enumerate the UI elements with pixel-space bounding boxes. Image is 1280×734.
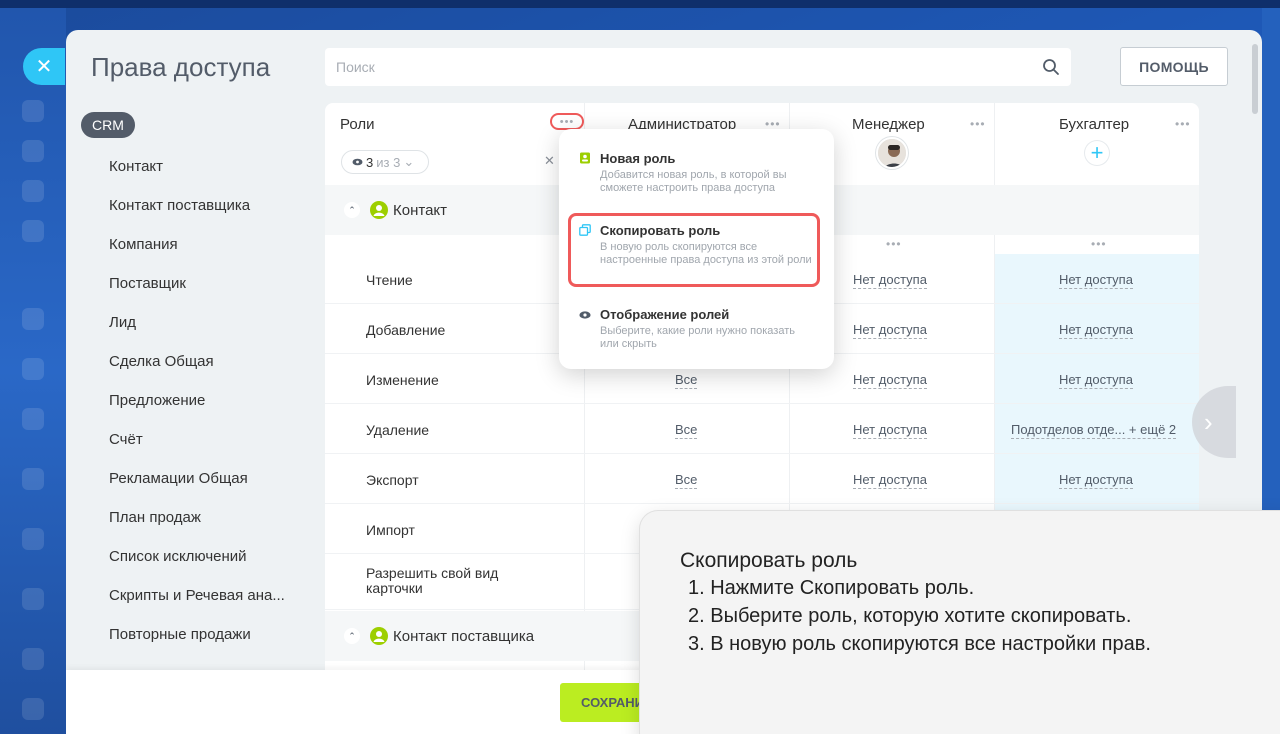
row-label: Разрешить свой вид карточки (366, 565, 499, 596)
row-label: Импорт (366, 522, 415, 538)
cell-manager[interactable]: Нет доступа (853, 472, 927, 489)
clear-filter-icon[interactable]: ✕ (544, 153, 555, 169)
cell-accountant[interactable]: Подотделов отде... + ещё 2 (1011, 422, 1177, 439)
tooltip-step: 1. Нажмите Скопировать роль. (688, 577, 975, 599)
background-left-strip (0, 8, 66, 734)
sidebar-item-deal[interactable]: Сделка Общая (109, 353, 214, 370)
background-icon (22, 648, 44, 670)
row-menu-manager[interactable]: ••• (886, 238, 902, 250)
background-icon (22, 358, 44, 380)
scrollbar[interactable] (1252, 44, 1258, 114)
background-icon (22, 308, 44, 330)
menu-item-title: Новая роль (600, 151, 676, 166)
roles-menu-button[interactable]: ••• (550, 113, 584, 130)
row-label: Экспорт (366, 472, 419, 488)
table-row: Экспорт Все Нет доступа Нет доступа (325, 454, 1199, 504)
cell-accountant[interactable]: Нет доступа (1059, 472, 1133, 489)
background-icon (22, 528, 44, 550)
sidebar-crm-badge[interactable]: CRM (81, 112, 135, 138)
column-menu-manager[interactable]: ••• (970, 118, 986, 130)
sidebar-item-repeat-sales[interactable]: Повторные продажи (109, 626, 251, 643)
search-input[interactable]: Поиск (325, 48, 1071, 86)
row-menu-accountant[interactable]: ••• (1091, 238, 1107, 250)
chevron-up-icon[interactable]: ⌃ (344, 202, 360, 218)
help-button[interactable]: ПОМОЩЬ (1120, 47, 1228, 86)
cell-admin[interactable]: Все (675, 472, 698, 489)
sidebar-item-claims[interactable]: Рекламации Общая (109, 470, 248, 487)
sidebar-item-scripts[interactable]: Скрипты и Речевая ана... (109, 587, 285, 604)
cell-accountant[interactable]: Нет доступа (1059, 322, 1133, 339)
row-label: Добавление (366, 322, 446, 338)
column-menu-admin[interactable]: ••• (765, 118, 781, 130)
sidebar-item-supplier[interactable]: Поставщик (109, 275, 186, 292)
menu-item-description: Добавится новая роль, в которой вы сможе… (600, 169, 787, 194)
sidebar-item-invoice[interactable]: Счёт (109, 431, 143, 448)
row-label: Изменение (366, 372, 439, 388)
cell-manager[interactable]: Нет доступа (853, 272, 927, 289)
add-user-button[interactable]: + (1085, 141, 1109, 165)
search-placeholder: Поиск (336, 59, 375, 75)
menu-item-title: Отображение ролей (600, 307, 730, 322)
chevron-right-icon: › (1204, 406, 1213, 437)
search-icon[interactable] (1041, 57, 1061, 77)
tooltip-step: 3. В новую роль скопируются все настройк… (688, 633, 1151, 655)
sidebar-item-supplier-contact[interactable]: Контакт поставщика (109, 197, 250, 214)
row-label: Чтение (366, 272, 413, 288)
menu-item-title: Скопировать роль (600, 223, 721, 238)
new-role-icon (580, 152, 590, 164)
background-icon (22, 140, 44, 162)
sidebar-item-lead[interactable]: Лид (109, 314, 136, 331)
section-label-supplier-contact: Контакт поставщика (393, 628, 535, 645)
section-label-contact: Контакт (393, 202, 448, 219)
cell-admin[interactable]: Все (675, 422, 698, 439)
roles-visibility-chip[interactable]: 3 из 3 ⌄ (341, 150, 429, 174)
top-edge (0, 0, 1280, 8)
chip-count: 3 (366, 154, 374, 170)
cell-accountant[interactable]: Нет доступа (1059, 272, 1133, 289)
chevron-up-icon[interactable]: ⌃ (344, 628, 360, 644)
plus-icon: + (1090, 140, 1104, 165)
close-icon: ✕ (35, 56, 53, 78)
avatar[interactable] (876, 137, 908, 169)
contact-section-icon (370, 201, 388, 219)
cell-accountant[interactable]: Нет доступа (1059, 372, 1133, 389)
eye-icon (352, 158, 363, 166)
column-header-manager: Менеджер (852, 116, 925, 133)
background-icon (22, 588, 44, 610)
column-header-accountant: Бухгалтер (1059, 116, 1130, 133)
copy-icon (579, 224, 591, 236)
chip-total: из 3 (376, 154, 401, 170)
user-avatar-icon (878, 139, 906, 167)
roles-header: Роли (340, 116, 375, 133)
row-label: Удаление (366, 422, 430, 438)
sidebar-item-contact[interactable]: Контакт (109, 158, 163, 175)
chevron-down-icon: ⌄ (403, 154, 415, 169)
cell-manager[interactable]: Нет доступа (853, 372, 927, 389)
roles-dropdown-menu: Новая роль Добавится новая роль, в котор… (559, 129, 834, 369)
instruction-tooltip: Скопировать роль 1. Нажмите Скопировать … (640, 511, 1280, 734)
table-row: Удаление Все Нет доступа Подотделов отде… (325, 404, 1199, 454)
column-menu-accountant[interactable]: ••• (1175, 118, 1191, 130)
background-icon (22, 468, 44, 490)
cell-manager[interactable]: Нет доступа (853, 322, 927, 339)
background-icon (22, 100, 44, 122)
menu-item-description: Выберите, какие роли нужно показать или … (600, 325, 795, 350)
background-icon (22, 220, 44, 242)
eye-icon (579, 311, 591, 319)
background-icon (22, 698, 44, 720)
tooltip-step: 2. Выберите роль, которую хотите скопиро… (688, 605, 1132, 627)
contact-section-icon (370, 627, 388, 645)
sidebar-item-exclusions[interactable]: Список исключений (109, 548, 247, 565)
sidebar-item-quote[interactable]: Предложение (109, 392, 205, 409)
sidebar-item-company[interactable]: Компания (109, 236, 178, 253)
background-icon (22, 408, 44, 430)
sidebar-item-sales-plan[interactable]: План продаж (109, 509, 201, 526)
close-button[interactable]: ✕ (23, 48, 65, 85)
menu-item-description: В новую роль скопируются все настроенные… (600, 241, 812, 266)
cell-admin[interactable]: Все (675, 372, 698, 389)
cell-manager[interactable]: Нет доступа (853, 422, 927, 439)
page-title: Права доступа (91, 52, 271, 82)
tooltip-title: Скопировать роль (680, 549, 858, 572)
background-icon (22, 180, 44, 202)
